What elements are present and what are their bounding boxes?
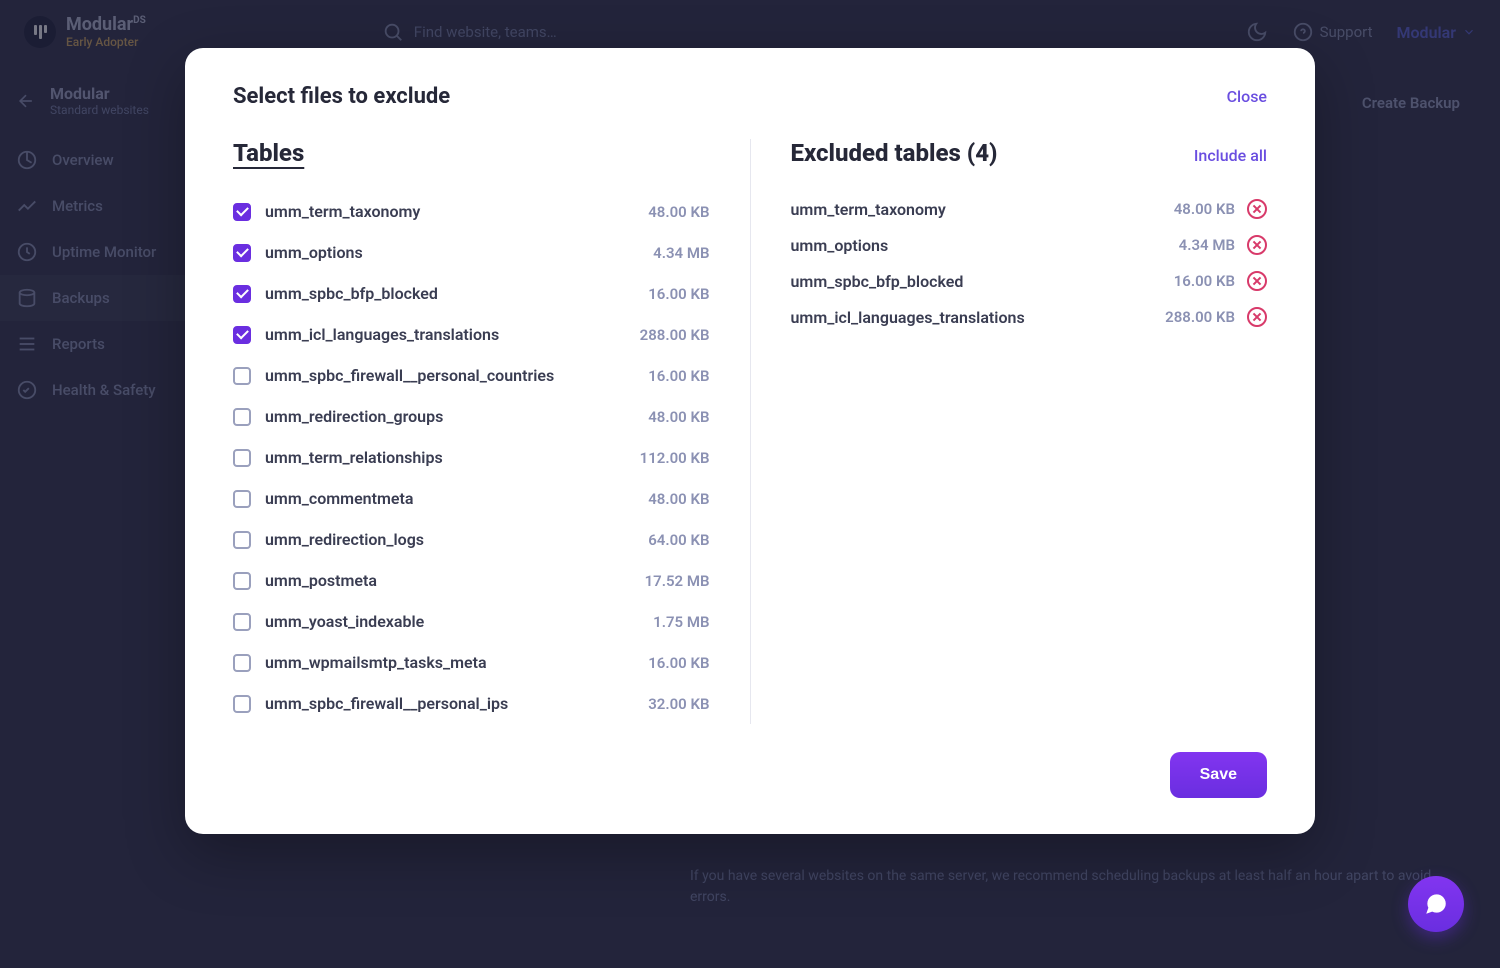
excluded-size: 16.00 KB: [1174, 272, 1235, 290]
excluded-size: 288.00 KB: [1165, 308, 1235, 326]
remove-exclusion-button[interactable]: [1247, 271, 1267, 291]
table-checkbox[interactable]: [233, 531, 251, 549]
excluded-row: umm_term_taxonomy 48.00 KB: [791, 191, 1268, 227]
table-name: umm_options: [265, 243, 639, 262]
remove-exclusion-button[interactable]: [1247, 235, 1267, 255]
table-checkbox[interactable]: [233, 613, 251, 631]
table-name: umm_commentmeta: [265, 489, 634, 508]
tables-heading: Tables: [233, 139, 304, 167]
table-name: umm_term_relationships: [265, 448, 626, 467]
table-row: umm_yoast_indexable 1.75 MB: [233, 601, 710, 642]
table-name: umm_postmeta: [265, 571, 631, 590]
table-checkbox[interactable]: [233, 203, 251, 221]
table-size: 48.00 KB: [648, 490, 709, 508]
table-size: 4.34 MB: [653, 244, 709, 262]
table-size: 48.00 KB: [648, 408, 709, 426]
table-row: umm_spbc_firewall__personal_countries 16…: [233, 355, 710, 396]
excluded-heading: Excluded tables (4): [791, 139, 998, 167]
table-row: umm_wpmailsmtp_tasks_meta 16.00 KB: [233, 642, 710, 683]
table-checkbox[interactable]: [233, 490, 251, 508]
table-checkbox[interactable]: [233, 654, 251, 672]
table-size: 17.52 MB: [645, 572, 710, 590]
table-row: umm_options 4.34 MB: [233, 232, 710, 273]
table-checkbox[interactable]: [233, 244, 251, 262]
table-name: umm_term_taxonomy: [265, 202, 634, 221]
modal-title: Select files to exclude: [233, 84, 450, 109]
excluded-row: umm_options 4.34 MB: [791, 227, 1268, 263]
excluded-name: umm_spbc_bfp_blocked: [791, 272, 1162, 291]
table-size: 48.00 KB: [648, 203, 709, 221]
table-name: umm_icl_languages_translations: [265, 325, 626, 344]
save-button[interactable]: Save: [1170, 752, 1267, 798]
chat-icon: [1423, 891, 1449, 917]
remove-exclusion-button[interactable]: [1247, 307, 1267, 327]
excluded-size: 48.00 KB: [1174, 200, 1235, 218]
table-name: umm_redirection_logs: [265, 530, 634, 549]
table-size: 16.00 KB: [648, 654, 709, 672]
table-name: umm_spbc_firewall__personal_countries: [265, 366, 634, 385]
table-name: umm_spbc_firewall__personal_ips: [265, 694, 634, 713]
modal-overlay: Select files to exclude Close Tables umm…: [0, 0, 1500, 968]
table-size: 112.00 KB: [640, 449, 710, 467]
excluded-name: umm_options: [791, 236, 1167, 255]
table-name: umm_wpmailsmtp_tasks_meta: [265, 653, 634, 672]
remove-exclusion-button[interactable]: [1247, 199, 1267, 219]
exclude-files-modal: Select files to exclude Close Tables umm…: [185, 48, 1315, 834]
table-row: umm_spbc_bfp_blocked 16.00 KB: [233, 273, 710, 314]
table-checkbox[interactable]: [233, 449, 251, 467]
table-name: umm_spbc_bfp_blocked: [265, 284, 634, 303]
excluded-row: umm_spbc_bfp_blocked 16.00 KB: [791, 263, 1268, 299]
table-row: umm_spbc_firewall__personal_ips 32.00 KB: [233, 683, 710, 724]
table-checkbox[interactable]: [233, 285, 251, 303]
excluded-size: 4.34 MB: [1179, 236, 1235, 254]
table-size: 32.00 KB: [648, 695, 709, 713]
table-size: 16.00 KB: [648, 367, 709, 385]
table-row: umm_postmeta 17.52 MB: [233, 560, 710, 601]
table-checkbox[interactable]: [233, 326, 251, 344]
table-name: umm_yoast_indexable: [265, 612, 639, 631]
chat-fab[interactable]: [1408, 876, 1464, 932]
close-button[interactable]: Close: [1227, 87, 1267, 106]
table-checkbox[interactable]: [233, 572, 251, 590]
table-row: umm_redirection_groups 48.00 KB: [233, 396, 710, 437]
tables-column: Tables umm_term_taxonomy 48.00 KB umm_op…: [233, 139, 751, 724]
excluded-name: umm_term_taxonomy: [791, 200, 1162, 219]
table-size: 288.00 KB: [640, 326, 710, 344]
table-size: 64.00 KB: [648, 531, 709, 549]
table-row: umm_commentmeta 48.00 KB: [233, 478, 710, 519]
table-checkbox[interactable]: [233, 367, 251, 385]
table-row: umm_term_relationships 112.00 KB: [233, 437, 710, 478]
excluded-name: umm_icl_languages_translations: [791, 308, 1154, 327]
table-row: umm_term_taxonomy 48.00 KB: [233, 191, 710, 232]
table-size: 16.00 KB: [648, 285, 709, 303]
table-size: 1.75 MB: [653, 613, 709, 631]
excluded-row: umm_icl_languages_translations 288.00 KB: [791, 299, 1268, 335]
table-name: umm_redirection_groups: [265, 407, 634, 426]
excluded-column: Excluded tables (4) Include all umm_term…: [751, 139, 1268, 724]
table-checkbox[interactable]: [233, 408, 251, 426]
table-checkbox[interactable]: [233, 695, 251, 713]
table-row: umm_redirection_logs 64.00 KB: [233, 519, 710, 560]
table-row: umm_icl_languages_translations 288.00 KB: [233, 314, 710, 355]
include-all-button[interactable]: Include all: [1194, 146, 1267, 165]
